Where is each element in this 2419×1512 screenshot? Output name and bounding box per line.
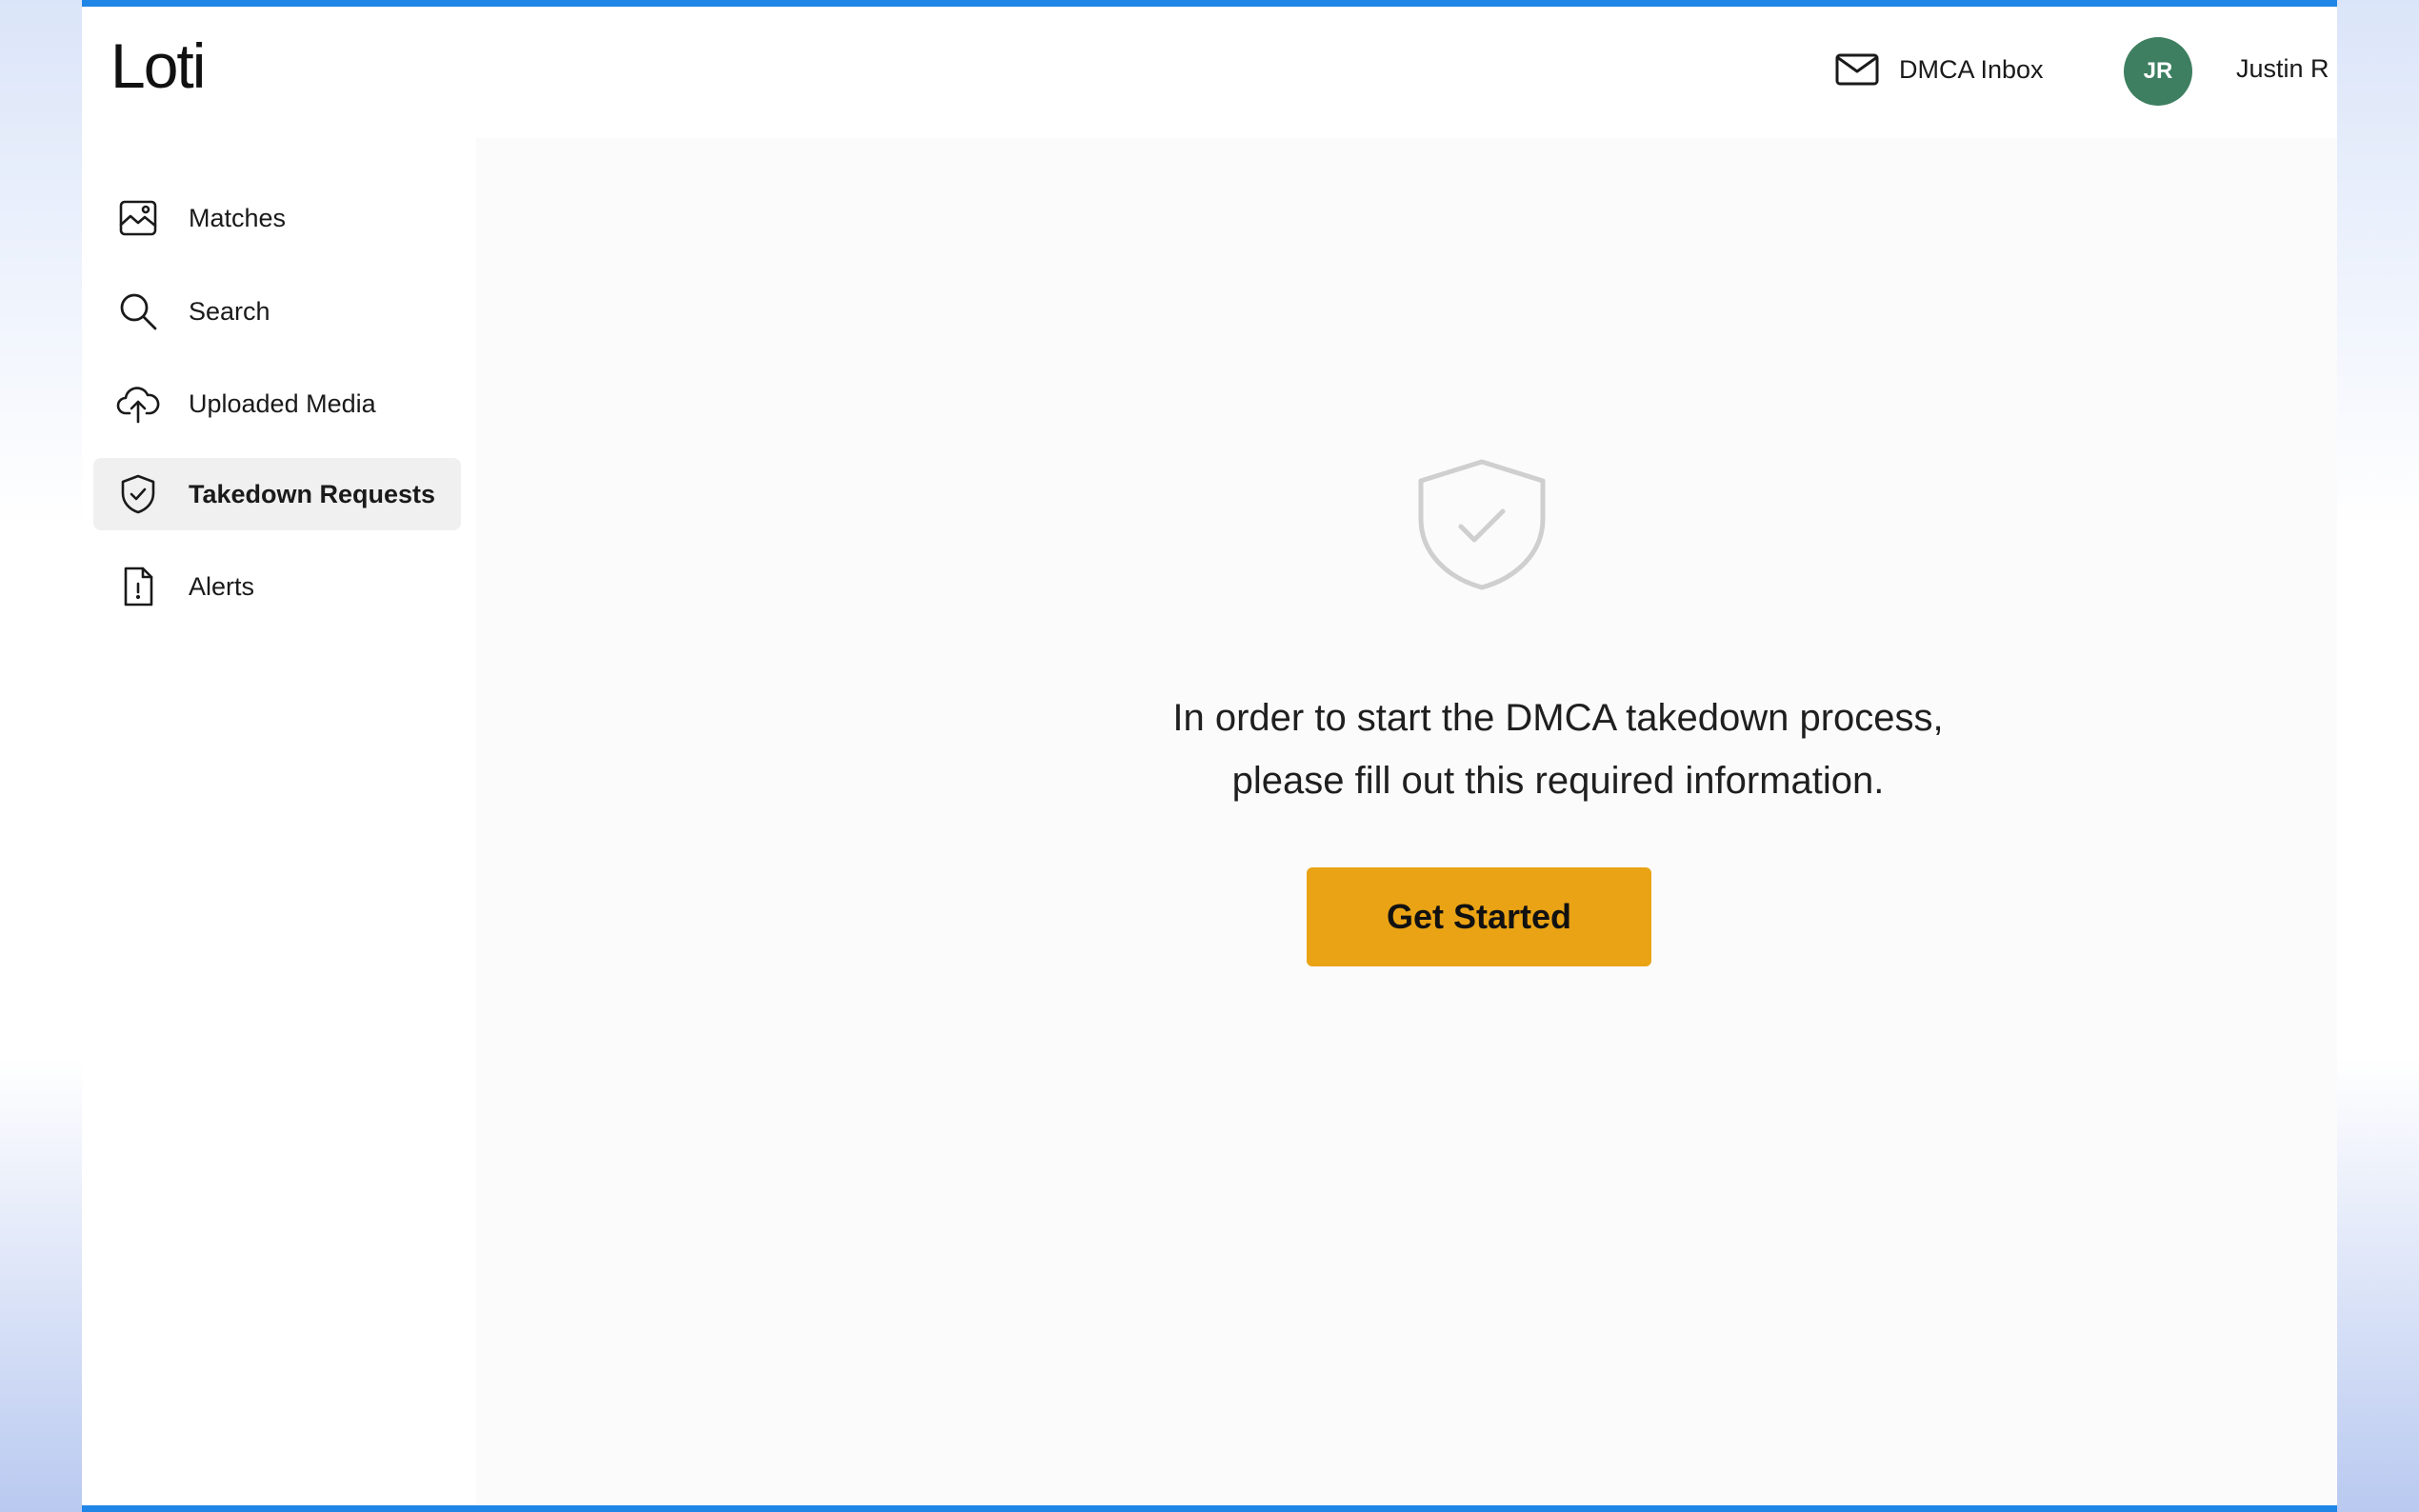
logo[interactable]: Loti bbox=[110, 30, 206, 102]
avatar[interactable]: JR bbox=[2124, 37, 2192, 106]
sidebar-item-label: Takedown Requests bbox=[189, 479, 436, 508]
main-content bbox=[476, 138, 2337, 1505]
sidebar-item-alerts[interactable]: Alerts bbox=[93, 550, 461, 623]
sidebar-item-label: Alerts bbox=[189, 571, 255, 601]
dmca-inbox-link[interactable]: DMCA Inbox bbox=[1834, 50, 2044, 89]
user-name[interactable]: Justin R bbox=[2236, 54, 2329, 84]
dmca-inbox-label: DMCA Inbox bbox=[1899, 54, 2044, 84]
top-header: Loti DMCA Inbox JR Justin R bbox=[82, 7, 2337, 130]
document-alert-icon bbox=[124, 567, 153, 607]
shield-check-icon bbox=[121, 474, 155, 514]
cloud-upload-icon bbox=[116, 387, 160, 424]
get-started-button[interactable]: Get Started bbox=[1307, 867, 1651, 966]
sidebar-item-label: Uploaded Media bbox=[189, 388, 376, 418]
search-icon bbox=[120, 293, 157, 330]
empty-state-message: In order to start the DMCA takedown proc… bbox=[1034, 686, 2082, 812]
sidebar-item-uploaded-media[interactable]: Uploaded Media bbox=[93, 368, 461, 440]
empty-state-line-1: In order to start the DMCA takedown proc… bbox=[1172, 697, 1944, 739]
sidebar: Matches Search Uploaded Media Takedown R… bbox=[82, 130, 476, 1505]
empty-state-line-2: please fill out this required informatio… bbox=[1231, 760, 1885, 802]
mail-icon bbox=[1835, 53, 1879, 86]
sidebar-item-label: Search bbox=[189, 296, 270, 326]
app-window: Loti DMCA Inbox JR Justin R Matches Sear… bbox=[82, 0, 2337, 1512]
shield-check-icon bbox=[1418, 459, 1546, 590]
sidebar-item-label: Matches bbox=[189, 203, 287, 232]
sidebar-item-search[interactable]: Search bbox=[93, 275, 461, 348]
image-icon bbox=[119, 200, 157, 236]
sidebar-item-matches[interactable]: Matches bbox=[93, 182, 461, 254]
sidebar-item-takedown-requests[interactable]: Takedown Requests bbox=[93, 458, 461, 530]
